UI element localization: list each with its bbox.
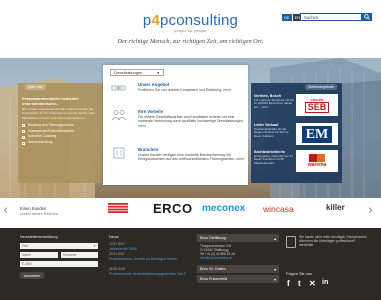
firstname-input[interactable]: Vorname [61, 252, 98, 258]
jobs-toggle[interactable]: Stellenangebote [305, 84, 337, 90]
company-logo-em[interactable]: EM [296, 123, 338, 145]
people-icon [111, 110, 127, 121]
chevron-up-icon: ▴ [274, 237, 276, 241]
about-toggle[interactable]: Über uns [25, 84, 46, 90]
client-logo-killer[interactable]: killer [326, 203, 345, 212]
about-panel: Über uns Personalentscheider bedeuten un… [18, 83, 105, 183]
service-title[interactable]: Unser Angebot [138, 82, 169, 87]
checkbox-icon [22, 130, 25, 134]
chevron-down-icon: ▼ [93, 244, 96, 248]
xing-icon[interactable]: ✕ [309, 279, 316, 288]
logo-claim: people for people [174, 29, 207, 33]
office-address: Thurgauerstrasse 105 CH-8152 Glattbrugg … [200, 244, 235, 260]
services-card: Dienstleistungen ▼ Unser Angebot Profiti… [103, 65, 248, 185]
tumblr-icon[interactable]: t [298, 279, 301, 288]
service-text: Profitieren Sie von unserer Kompetenz un… [138, 88, 232, 92]
client-logo-stripes[interactable] [108, 203, 128, 213]
clients-title: Einen Kunden [20, 206, 47, 211]
checkbox-icon [22, 124, 25, 128]
chevron-down-icon: ▼ [156, 70, 160, 75]
newsletter-title: Newsletteranmeldung [20, 234, 58, 239]
checkbox-icon [22, 141, 25, 145]
client-logo-erco[interactable]: ERCO [153, 201, 193, 216]
service-title[interactable]: Branchen [138, 147, 158, 152]
name-input[interactable]: Name [20, 252, 58, 258]
job-item[interactable]: Leiter Verkauf Nachwuchskräfte für die R… [254, 123, 294, 139]
about-title: Personalentscheider bedeuten unternehmer… [22, 96, 79, 106]
jobs-panel: Stellenangebote Vertrieb, Bosch Für mehr… [251, 83, 342, 183]
subscribe-button[interactable]: Anmelden [20, 272, 45, 279]
tagline: Der richtige Mensch, zur richtigen Zeit,… [117, 38, 264, 45]
more-link[interactable]: mehr [138, 124, 146, 128]
linkedin-icon[interactable]: in [322, 279, 328, 286]
chevron-down-icon: ▾ [274, 268, 276, 272]
more-link[interactable]: mehr [236, 157, 244, 161]
news-item[interactable]: 12.07.2017 Jahresende 2016 [109, 242, 189, 251]
office-frauenfeld[interactable]: Büro Frauenfeld ▾ [197, 275, 279, 283]
service-title[interactable]: Ihre Vorteile [138, 109, 163, 114]
shredder-icon [286, 236, 296, 248]
follow-title: Folgen Sie uns [286, 271, 312, 276]
email-input[interactable]: E-Mail [20, 261, 98, 267]
search-input[interactable]: Suchen [300, 13, 362, 21]
lang-de[interactable]: DE [282, 14, 292, 21]
more-link[interactable]: mehr [223, 88, 231, 92]
checkbox-icon [22, 135, 25, 139]
search-icon [364, 14, 370, 20]
client-logo-wincasa[interactable]: wincasa [263, 204, 294, 214]
facebook-icon[interactable]: f [287, 279, 290, 288]
job-item[interactable]: Sachbearbeiter/in Erfolgreiche Unternehm… [254, 150, 294, 166]
chevron-down-icon: ▾ [274, 278, 276, 282]
client-logo-meconex[interactable]: meconex [202, 203, 245, 214]
notice-text: Wir bauen nicht mehr benötigte, Fachpers… [299, 235, 367, 248]
office-st-gallen[interactable]: Büro St. Gallen ▾ [197, 265, 279, 273]
company-logo-warema[interactable]: warema [296, 150, 338, 172]
clients-subtitle: unsere besten Referenz [20, 212, 59, 216]
job-item[interactable]: Vertrieb, Bosch Für mehrere Standorte mi… [254, 94, 294, 110]
about-text: Wir beraten angehende Berater unserer Ku… [22, 107, 95, 120]
about-list: Beratung zum Führungsprozess Assessments… [18, 120, 105, 146]
carousel-next-arrow[interactable]: › [368, 203, 373, 218]
news-title: News [109, 234, 119, 239]
carousel-prev-arrow[interactable]: ‹ [3, 203, 8, 218]
handshake-icon [111, 85, 126, 91]
search-button[interactable] [362, 13, 372, 21]
service-text: Unsere Berater verfügen über fundierte B… [138, 153, 245, 162]
news-item[interactable]: 20.01.2017 Praxistreuerez, Inhalte zu Be… [109, 252, 189, 261]
company-logo-seb[interactable]: GROUPE SEB [296, 94, 338, 116]
office-dietlikon[interactable]: Büro Dietlikoug ▴ [197, 234, 279, 242]
salutation-select[interactable]: Herr ▼ [20, 243, 98, 249]
services-dropdown[interactable]: Dienstleistungen ▼ [110, 69, 164, 76]
about-list-item[interactable]: Teamentwicklung [22, 140, 101, 146]
news-item[interactable]: 25.08.2015 Professionelle Vertriebsführu… [109, 267, 189, 276]
site-header: p4pconsulting people for people Der rich… [0, 0, 381, 56]
building-icon [113, 147, 125, 159]
service-text: Für unsere Geschäftspartner und Kandidat… [138, 115, 244, 128]
